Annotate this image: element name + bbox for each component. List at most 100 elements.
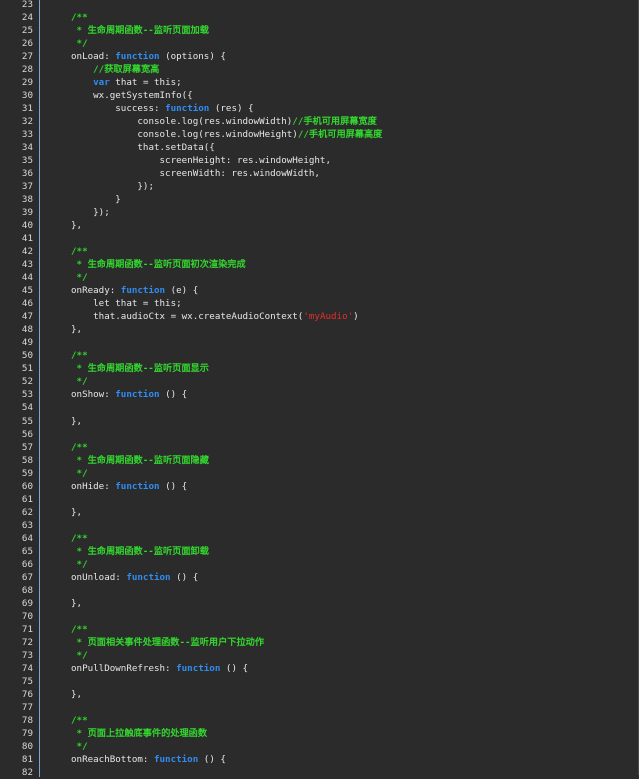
code-token-default: }	[115, 194, 121, 206]
code-line[interactable]: },	[40, 506, 638, 519]
line-number: 30	[21, 90, 33, 102]
code-editor[interactable]: 23 24 25 26 27 28 29 30 31 32 33 34 35 36 37 38 39 40 41 42…	[0, 0, 639, 778]
code-token-default: that.audioCtx = wx.createAudioContext(	[93, 311, 304, 323]
code-line[interactable]: onShow: function () {	[40, 388, 638, 401]
code-line[interactable]: */	[40, 558, 638, 571]
code-line[interactable]: /**	[40, 441, 638, 454]
code-line[interactable]: });	[40, 180, 638, 193]
code-line[interactable]: that.setData({	[40, 141, 638, 154]
code-line[interactable]: screenHeight: res.windowHeight,	[40, 154, 638, 167]
line-number: 62	[21, 506, 33, 518]
code-line[interactable]	[40, 766, 638, 779]
code-line[interactable]	[40, 232, 638, 245]
code-line[interactable]: onReady: function (e) {	[40, 284, 638, 297]
code-line[interactable]	[40, 584, 638, 597]
code-line[interactable]	[40, 493, 638, 506]
code-token-comment: */	[76, 740, 88, 752]
code-line[interactable]: * 页面相关事件处理函数--监听用户下拉动作	[40, 636, 638, 649]
code-line[interactable]: /**	[40, 714, 638, 727]
code-token-keyword: function	[115, 51, 160, 63]
code-line[interactable]: },	[40, 323, 638, 336]
code-line[interactable]: success: function (res) {	[40, 102, 638, 115]
line-number: 67	[21, 571, 33, 583]
code-token-default: (options) {	[159, 51, 226, 63]
line-number: 65	[21, 545, 33, 557]
code-line[interactable]: onPullDownRefresh: function () {	[40, 662, 638, 675]
code-line[interactable]: * 页面上拉触底事件的处理函数	[40, 727, 638, 740]
code-token-keyword: function	[115, 389, 160, 401]
code-line[interactable]	[40, 675, 638, 688]
code-line[interactable]: onLoad: function (options) {	[40, 50, 638, 63]
code-line[interactable]: },	[40, 415, 638, 428]
line-number: 38	[21, 194, 33, 206]
code-line[interactable]: onReachBottom: function () {	[40, 753, 638, 766]
code-line[interactable]	[40, 336, 638, 349]
code-line[interactable]: let that = this;	[40, 297, 638, 310]
line-number: 28	[21, 64, 33, 76]
code-line[interactable]: });	[40, 206, 638, 219]
code-line[interactable]: /**	[40, 245, 638, 258]
line-number: 24	[21, 12, 33, 24]
code-line[interactable]: screenWidth: res.windowWidth,	[40, 167, 638, 180]
code-line[interactable]: /**	[40, 623, 638, 636]
code-line[interactable]: */	[40, 649, 638, 662]
code-line[interactable]	[40, 401, 638, 414]
code-line[interactable]: },	[40, 597, 638, 610]
line-number: 56	[21, 428, 33, 440]
code-line[interactable]: */	[40, 271, 638, 284]
code-line[interactable]: //获取屏幕宽高	[40, 63, 638, 76]
line-number: 23	[21, 0, 33, 10]
line-number: 58	[21, 454, 33, 466]
code-token-default: success:	[115, 103, 166, 115]
code-token-comment: * 生命周期函数--监听页面卸载	[76, 545, 209, 557]
code-token-default: onReady:	[71, 285, 121, 297]
code-line[interactable]: onUnload: function () {	[40, 571, 638, 584]
code-line[interactable]: * 生命周期函数--监听页面显示	[40, 362, 638, 375]
line-number: 35	[21, 155, 33, 167]
code-line[interactable]: /**	[40, 349, 638, 362]
code-line[interactable]: * 生命周期函数--监听页面隐藏	[40, 454, 638, 467]
code-token-comment: * 生命周期函数--监听页面初次渲染完成	[76, 259, 246, 271]
code-line[interactable]	[40, 701, 638, 714]
code-line[interactable]: */	[40, 37, 638, 50]
code-token-default: (res) {	[209, 103, 254, 115]
code-token-keyword: function	[153, 753, 199, 765]
code-line[interactable]: * 生命周期函数--监听页面初次渲染完成	[40, 258, 638, 271]
code-line[interactable]	[40, 519, 638, 532]
code-line[interactable]	[40, 0, 638, 11]
code-token-keyword: function	[115, 480, 160, 492]
code-line[interactable]: console.log(res.windowHeight)//手机可用屏幕高度	[40, 128, 638, 141]
code-token-comment: /**	[71, 350, 88, 362]
code-line[interactable]: * 生命周期函数--监听页面卸载	[40, 545, 638, 558]
code-line[interactable]: var that = this;	[40, 76, 638, 89]
line-number: 45	[21, 285, 33, 297]
code-line[interactable]: },	[40, 688, 638, 701]
code-line[interactable]: /**	[40, 11, 638, 24]
code-token-comment: */	[76, 272, 88, 284]
code-line[interactable]: wx.getSystemInfo({	[40, 89, 638, 102]
code-line[interactable]: },	[40, 219, 638, 232]
code-area[interactable]: /** * 生命周期函数--监听页面加载 */onLoad: function …	[40, 0, 638, 779]
code-line[interactable]: console.log(res.windowWidth)//手机可用屏幕宽度	[40, 115, 638, 128]
code-line[interactable]: /**	[40, 532, 638, 545]
code-line[interactable]: */	[40, 375, 638, 388]
code-line[interactable]: * 生命周期函数--监听页面加载	[40, 24, 638, 37]
code-token-default: () {	[220, 662, 249, 674]
line-number: 70	[21, 610, 33, 622]
code-line[interactable]: that.audioCtx = wx.createAudioContext('m…	[40, 310, 638, 323]
code-line[interactable]: }	[40, 193, 638, 206]
code-line[interactable]: onHide: function () {	[40, 480, 638, 493]
code-token-comment: * 生命周期函数--监听页面加载	[76, 25, 209, 37]
code-line[interactable]: */	[40, 740, 638, 753]
code-token-keyword: function	[120, 285, 166, 297]
code-token-default: wx.getSystemInfo({	[93, 90, 193, 102]
code-token-default: onPullDownRefresh:	[71, 662, 177, 674]
line-number: 59	[21, 467, 33, 479]
code-token-default: onShow:	[71, 389, 116, 401]
line-number: 46	[21, 298, 33, 310]
code-line[interactable]: */	[40, 467, 638, 480]
code-line[interactable]	[40, 610, 638, 623]
code-line[interactable]	[40, 428, 638, 441]
